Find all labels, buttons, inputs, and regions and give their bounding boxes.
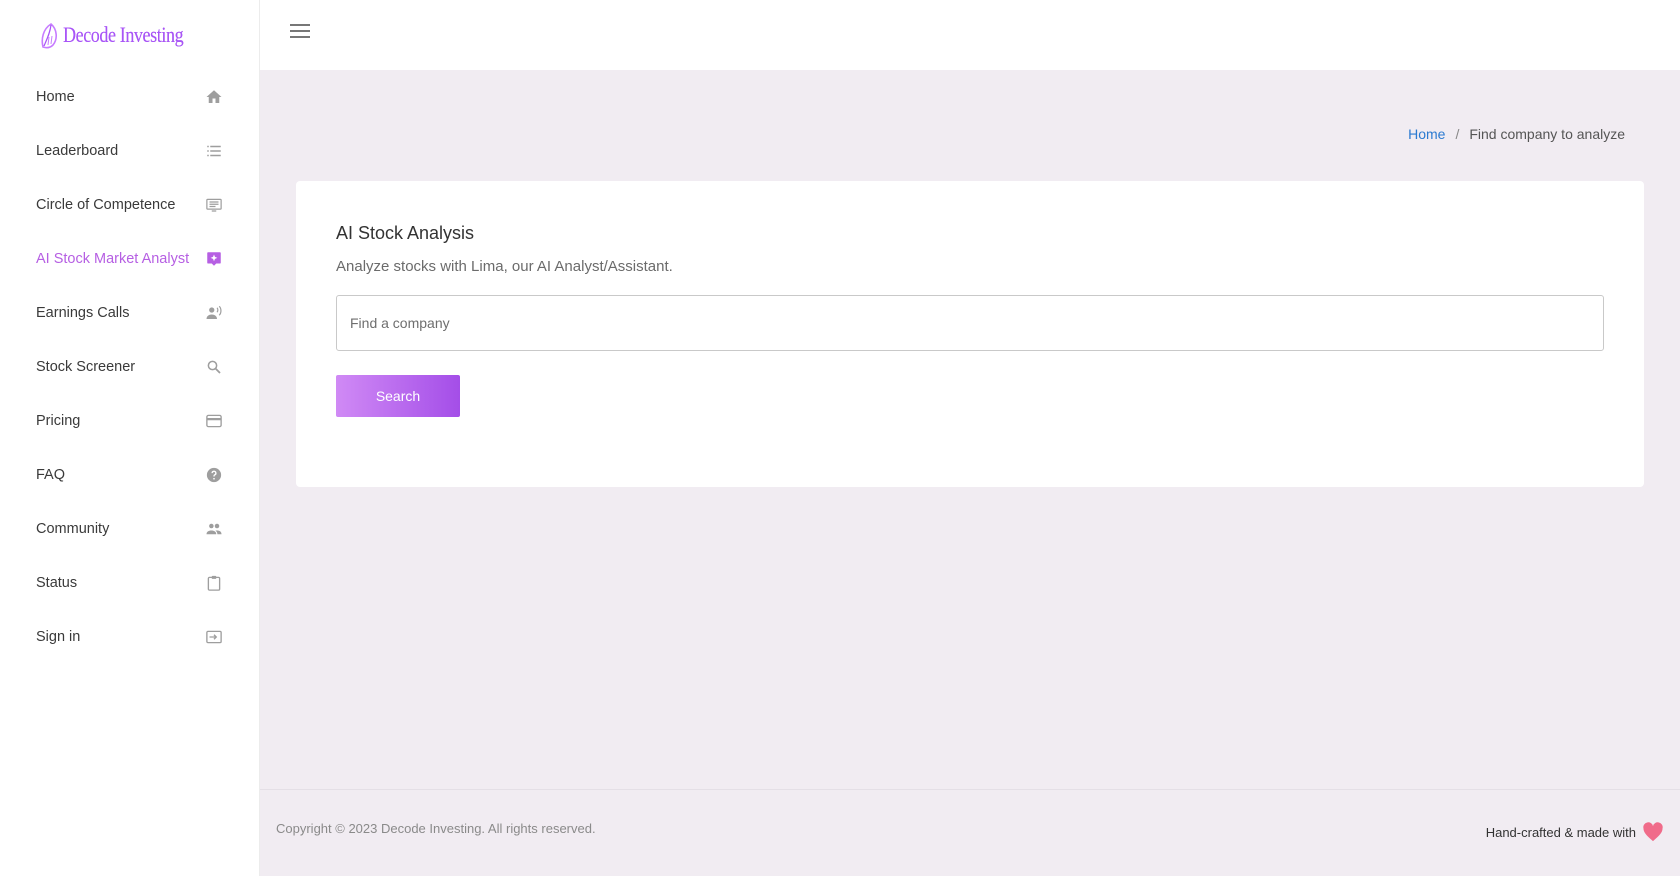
sidebar-item-label: Pricing	[36, 413, 81, 429]
analysis-card: AI Stock Analysis Analyze stocks with Li…	[296, 181, 1644, 487]
search-icon	[205, 358, 223, 376]
brand-name: Decode Investing	[63, 22, 184, 47]
sidebar-item-leaderboard[interactable]: Leaderboard	[0, 124, 259, 178]
sidebar-item-label: Earnings Calls	[36, 305, 130, 321]
sidebar-item-pricing[interactable]: Pricing	[0, 394, 259, 448]
search-button[interactable]: Search	[336, 375, 460, 417]
page-title: AI Stock Analysis	[336, 223, 475, 243]
breadcrumb-home-link[interactable]: Home	[1408, 126, 1445, 142]
breadcrumb-current: Find company to analyze	[1469, 126, 1625, 142]
sidebar: Decode Investing Home Leaderboard Circle…	[0, 0, 260, 876]
sidebar-item-label: Home	[36, 89, 75, 105]
sidebar-nav: Home Leaderboard Circle of Competence AI…	[0, 70, 259, 664]
sidebar-item-label: Circle of Competence	[36, 197, 176, 213]
sidebar-item-stock-screener[interactable]: Stock Screener	[0, 340, 259, 394]
sidebar-item-faq[interactable]: FAQ	[0, 448, 259, 502]
copyright-text: Copyright © 2023 Decode Investing. All r…	[276, 821, 596, 836]
sidebar-item-earnings-calls[interactable]: Earnings Calls	[0, 286, 259, 340]
sidebar-item-ai-stock-market-analyst[interactable]: AI Stock Market Analyst	[0, 232, 259, 286]
breadcrumb-separator: /	[1455, 126, 1460, 142]
sidebar-item-community[interactable]: Community	[0, 502, 259, 556]
sidebar-item-label: Community	[36, 521, 110, 537]
breadcrumb: Home / Find company to analyze	[1408, 126, 1625, 142]
sign-in-icon	[205, 628, 223, 646]
sidebar-item-label: Stock Screener	[36, 359, 136, 375]
sidebar-item-label: FAQ	[36, 467, 66, 483]
menu-toggle-icon[interactable]	[290, 24, 312, 42]
logo-leaf-icon	[41, 23, 58, 49]
footer: Copyright © 2023 Decode Investing. All r…	[260, 789, 1680, 876]
sidebar-item-circle-of-competence[interactable]: Circle of Competence	[0, 178, 259, 232]
people-icon	[205, 520, 223, 538]
company-search-input[interactable]	[336, 295, 1604, 351]
list-icon	[205, 142, 223, 160]
sidebar-item-label: Leaderboard	[36, 143, 119, 159]
sidebar-item-sign-in[interactable]: Sign in	[0, 610, 259, 664]
sparkle-chat-icon	[205, 250, 223, 268]
sidebar-item-label: AI Stock Market Analyst	[36, 251, 190, 267]
sidebar-item-label: Sign in	[36, 629, 81, 645]
sidebar-item-home[interactable]: Home	[0, 70, 259, 124]
home-icon	[205, 88, 223, 106]
credit-card-icon	[205, 412, 223, 430]
brand-logo[interactable]: Decode Investing	[0, 0, 259, 70]
person-voice-icon	[205, 304, 223, 322]
sidebar-item-label: Status	[36, 575, 78, 591]
clipboard-icon	[205, 574, 223, 592]
sidebar-item-status[interactable]: Status	[0, 556, 259, 610]
page-subtitle: Analyze stocks with Lima, our AI Analyst…	[336, 258, 673, 275]
heart-icon	[1643, 822, 1663, 842]
made-with-text: Hand-crafted & made with	[1486, 822, 1664, 842]
help-icon	[205, 466, 223, 484]
top-bar	[260, 0, 1680, 70]
made-with-label: Hand-crafted & made with	[1485, 824, 1636, 840]
monitor-list-icon	[205, 196, 223, 214]
